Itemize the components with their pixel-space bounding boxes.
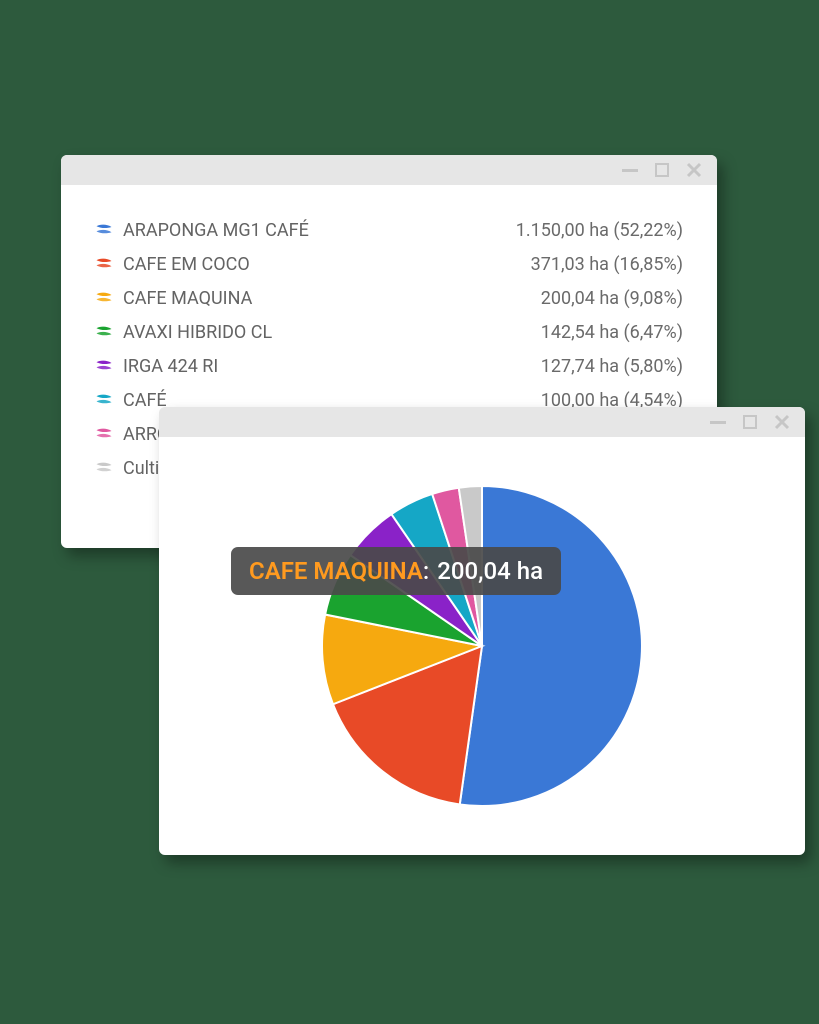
chart-tooltip: CAFE MAQUINA: 200,04 ha [231,547,561,595]
maximize-icon[interactable] [653,161,671,179]
list-item-value: 127,74 ha (5,80%) [541,356,683,377]
tooltip-name: CAFE MAQUINA [249,557,423,585]
chart-window: CAFE MAQUINA: 200,04 ha [159,407,805,855]
list-item[interactable]: ARAPONGA MG1 CAFÉ 1.150,00 ha (52,22%) [95,213,683,247]
list-item-value: 1.150,00 ha (52,22%) [516,220,683,241]
pie-chart[interactable] [312,476,652,816]
maximize-icon[interactable] [741,413,759,431]
list-item-label: ARAPONGA MG1 CAFÉ [123,220,309,241]
list-item[interactable]: AVAXI HIBRIDO CL 142,54 ha (6,47%) [95,315,683,349]
close-icon[interactable] [773,413,791,431]
leaf-icon [95,391,113,409]
list-item-label: CAFE MAQUINA [123,288,252,309]
leaf-icon [95,289,113,307]
list-item-value: 200,04 ha (9,08%) [541,288,683,309]
leaf-icon [95,255,113,273]
pie-slice[interactable] [460,486,642,806]
list-item-value: 142,54 ha (6,47%) [541,322,683,343]
list-item-label: AVAXI HIBRIDO CL [123,322,272,343]
list-item[interactable]: CAFE EM COCO 371,03 ha (16,85%) [95,247,683,281]
minimize-icon[interactable] [621,161,639,179]
list-item-label: CAFÉ [123,390,167,411]
list-item-label: CAFE EM COCO [123,254,250,275]
leaf-icon [95,221,113,239]
list-item-value: 371,03 ha (16,85%) [531,254,683,275]
leaf-icon [95,459,113,477]
window-titlebar [159,407,805,437]
minimize-icon[interactable] [709,413,727,431]
close-icon[interactable] [685,161,703,179]
leaf-icon [95,357,113,375]
list-item-label: IRGA 424 RI [123,356,218,377]
leaf-icon [95,425,113,443]
list-item[interactable]: IRGA 424 RI 127,74 ha (5,80%) [95,349,683,383]
list-item[interactable]: CAFE MAQUINA 200,04 ha (9,08%) [95,281,683,315]
chart-body: CAFE MAQUINA: 200,04 ha [159,437,805,855]
tooltip-value: 200,04 ha [437,557,543,585]
window-titlebar [61,155,717,185]
leaf-icon [95,323,113,341]
